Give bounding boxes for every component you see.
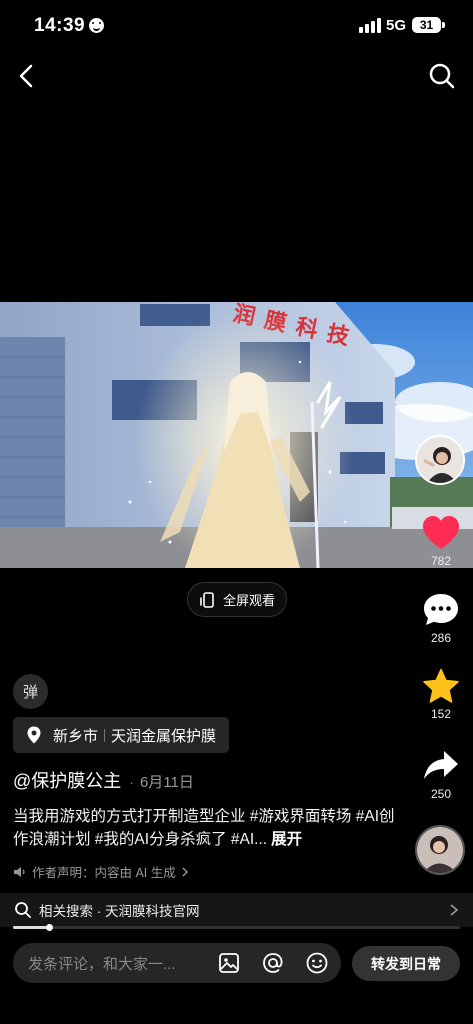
fullscreen-button[interactable]: 全屏观看 <box>187 582 287 617</box>
battery-icon: 31 <box>412 17 445 33</box>
video-progress-bar[interactable] <box>13 924 460 931</box>
battery-level: 31 <box>419 18 434 32</box>
location-divider <box>104 728 106 742</box>
signal-icon <box>359 17 381 33</box>
author-avatar[interactable] <box>415 435 465 485</box>
expand-link[interactable]: 展开 <box>271 831 302 848</box>
post-date: 6月11日 <box>139 774 194 791</box>
favorite-count: 152 <box>430 707 452 721</box>
smiley-icon <box>89 18 104 33</box>
heart-icon <box>423 516 459 549</box>
share-to-daily-button[interactable]: 转发到日常 <box>352 946 460 981</box>
like-count: 782 <box>430 554 452 568</box>
music-disc-image <box>417 827 463 873</box>
location-place: 天润金属保护膜 <box>111 727 217 745</box>
chevron-left-icon <box>19 64 33 88</box>
search-button[interactable] <box>426 60 458 92</box>
location-city: 新乡市 <box>53 727 99 745</box>
favorite-button[interactable]: 152 <box>420 668 462 721</box>
comment-tools <box>217 951 329 975</box>
back-button[interactable] <box>12 60 42 92</box>
related-search-label: 相关搜索 · 天润膜科技官网 <box>39 904 200 919</box>
search-icon <box>429 63 455 89</box>
comment-count: 286 <box>430 631 452 645</box>
share-arrow-icon <box>424 751 458 779</box>
author-name[interactable]: @保护膜公主 <box>13 767 121 793</box>
comment-button[interactable]: 286 <box>420 592 462 645</box>
emoji-icon[interactable] <box>305 951 329 975</box>
share-daily-label: 转发到日常 <box>371 955 441 972</box>
fullscreen-label: 全屏观看 <box>222 593 275 608</box>
danmaku-label: 弹 <box>22 684 38 701</box>
progress-handle[interactable] <box>45 924 53 931</box>
music-avatar[interactable] <box>415 825 465 875</box>
post-caption[interactable]: 当我用游戏的方式打开制造型企业 #游戏界面转场 #AI创作浪潮计划 #我的AI分… <box>13 805 408 851</box>
share-count: 250 <box>430 787 452 801</box>
comment-placeholder: 发条评论，和大家一... <box>28 955 176 973</box>
mention-icon[interactable] <box>261 951 285 975</box>
ai-notice-text: 作者声明：内容由 AI 生成 <box>32 866 176 880</box>
comment-input[interactable]: 发条评论，和大家一... <box>13 943 341 983</box>
status-bar: 14:39 5G 31 <box>0 0 473 52</box>
image-icon[interactable] <box>217 951 241 975</box>
location-pin-icon <box>27 726 41 744</box>
star-icon <box>423 668 459 703</box>
post-meta: @保护膜公主 · 6月11日 <box>13 767 194 793</box>
chevron-right-icon <box>450 904 459 916</box>
ai-notice[interactable]: 作者声明：内容由 AI 生成 <box>13 862 189 881</box>
danmaku-toggle[interactable]: 弹 <box>13 674 48 709</box>
video-frame: 润膜科技 <box>0 302 473 568</box>
video-player[interactable]: 润膜科技 <box>0 302 473 568</box>
search-icon <box>15 902 31 918</box>
fullscreen-icon <box>200 591 214 608</box>
progress-fill <box>13 926 49 929</box>
comment-icon <box>424 594 458 625</box>
like-button[interactable]: 782 <box>420 515 462 568</box>
network-type: 5G <box>386 17 407 34</box>
speaker-icon <box>14 866 25 877</box>
related-search-bar[interactable]: 相关搜索 · 天润膜科技官网 <box>0 893 473 927</box>
location-tag[interactable]: 新乡市 天润金属保护膜 <box>13 717 230 753</box>
avatar-image <box>417 437 463 483</box>
status-time: 14:39 <box>34 15 86 36</box>
chevron-right-icon <box>182 867 188 876</box>
share-button[interactable]: 250 <box>420 748 462 801</box>
caption-text: 当我用游戏的方式打开制造型企业 #游戏界面转场 #AI创作浪潮计划 #我的AI分… <box>13 808 395 848</box>
meta-separator: · <box>129 774 134 790</box>
